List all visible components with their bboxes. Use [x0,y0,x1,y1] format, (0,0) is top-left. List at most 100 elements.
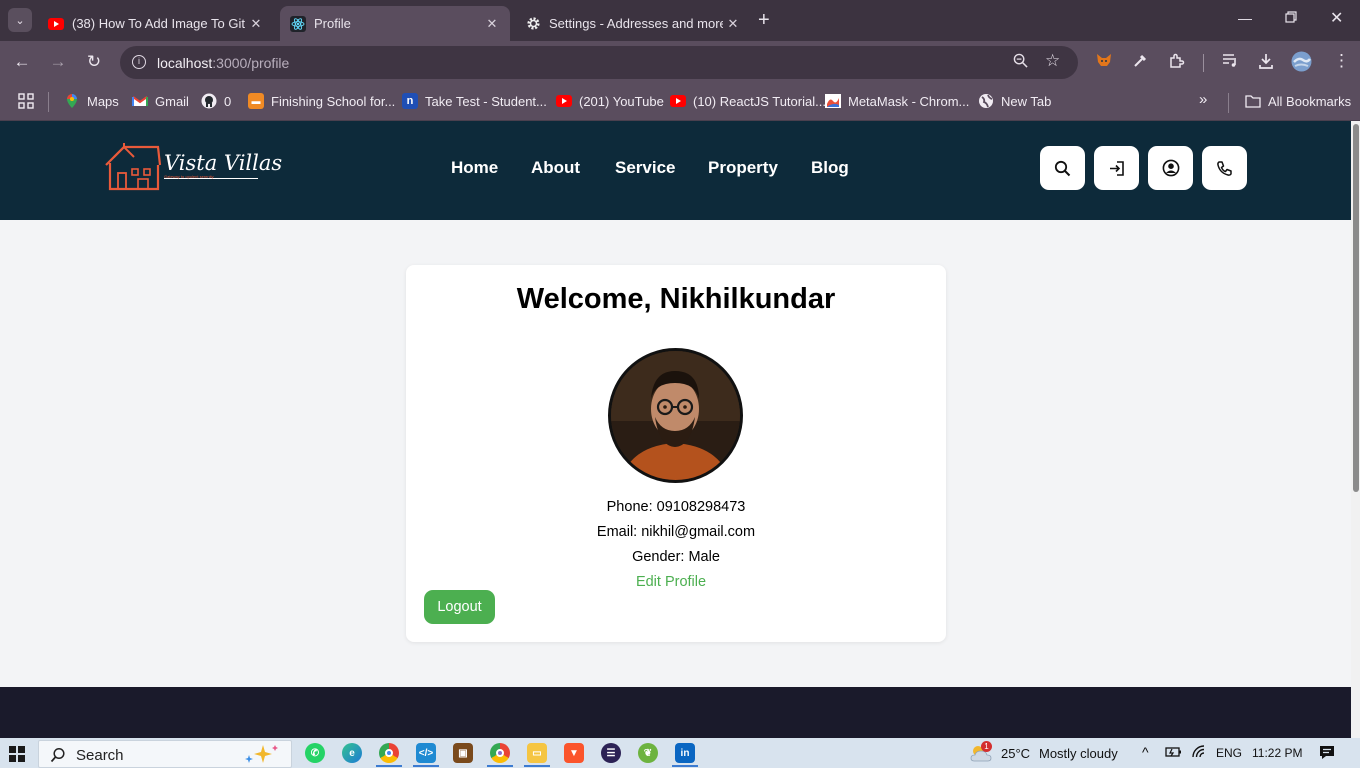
scrollbar-thumb[interactable] [1353,124,1359,492]
address-url[interactable]: localhost:3000/profile [157,55,289,71]
user-button[interactable] [1148,146,1193,190]
site-logo[interactable]: Vista Villas Gateway to opulent serenity [104,143,282,191]
phone-icon [1217,160,1232,176]
minimize-icon[interactable]: — [1238,10,1252,26]
tab-close-icon[interactable]: ✕ [482,16,502,32]
github-icon [201,93,217,109]
browser-menu-icon[interactable]: ⋮ [1333,51,1350,71]
weather-alert-badge: 1 [981,741,992,752]
wifi-icon[interactable] [1192,745,1208,762]
windows-taskbar: Search ✆ e </> ▣ ▭ ▼ ☰ ❦ in 1 25°C Mostl… [0,738,1360,768]
tab-settings[interactable]: Settings - Addresses and more ✕ [515,6,751,41]
phone-text: Phone: 09108298473 [606,499,746,515]
maps-icon [64,93,80,109]
taskbar-search[interactable]: Search [38,740,292,768]
react-icon [290,15,306,32]
user-icon [1162,159,1179,177]
bookmarks-apps-divider [48,92,49,112]
store-app-icon[interactable]: ▣ [453,743,473,763]
bookmark-gmail[interactable]: Gmail [132,93,189,109]
chrome-active-indicator [376,765,402,767]
metamask-icon [825,93,841,109]
house-logo-icon [105,143,162,191]
chrome-profile-icon[interactable] [490,743,510,763]
restore-icon[interactable] [1285,10,1297,26]
bookmark-star-icon[interactable]: ☆ [1045,51,1060,71]
back-arrow-icon[interactable]: ← [11,52,33,72]
site-footer [0,687,1351,738]
bookmark-new-tab[interactable]: New Tab [978,93,1051,109]
gender-text: Gender: Male [632,549,720,565]
chrome-icon[interactable] [379,743,399,763]
address-bar[interactable]: i localhost:3000/profile ☆ [120,46,1078,79]
login-button[interactable] [1094,146,1139,190]
forward-arrow-icon[interactable]: → [47,52,69,72]
brave-icon[interactable]: ▼ [564,743,584,763]
linkedin-icon[interactable]: in [675,743,695,763]
reload-icon[interactable]: ↻ [83,52,105,72]
eyedropper-extension-icon[interactable] [1132,53,1148,73]
windows-start-icon[interactable] [9,746,25,762]
battery-charging-icon[interactable] [1165,745,1183,762]
apps-grid-icon[interactable] [18,93,34,109]
edit-profile-link[interactable]: Edit Profile [406,574,936,590]
search-button[interactable] [1040,146,1085,190]
nav-blog[interactable]: Blog [811,158,849,178]
tab-title: Settings - Addresses and more [549,16,723,31]
nav-about[interactable]: About [531,158,580,178]
bookmark-label: (201) YouTube [579,93,664,109]
new-tab-plus-icon[interactable]: + [758,9,770,32]
bookmark-label: 0 [224,93,232,109]
tab-close-icon[interactable]: ✕ [246,16,266,32]
search-icon [50,747,65,763]
download-icon[interactable] [1258,53,1274,73]
bookmark-label: Finishing School for... [271,93,396,109]
youtube-icon [670,93,686,109]
vscode-active-indicator [413,765,439,767]
bookmark-youtube[interactable]: (201) YouTube [556,93,664,109]
spring-tools-icon[interactable]: ❦ [638,743,658,763]
media-controls-icon[interactable] [1222,53,1239,72]
browser-toolbar: ← → ↻ i localhost:3000/profile ☆ ⋮ [0,41,1360,85]
take-test-icon: n [402,93,418,109]
notification-center-icon[interactable] [1319,745,1335,763]
edge-icon[interactable]: e [342,743,362,763]
eclipse-icon[interactable]: ☰ [601,743,621,763]
nav-service[interactable]: Service [615,158,676,178]
logout-button[interactable]: Logout [424,590,495,624]
tab-search-chevron-icon[interactable]: ⌄ [8,8,32,32]
chrome-profile-active-indicator [487,765,513,767]
bookmark-metamask[interactable]: MetaMask - Chrom... [825,93,969,109]
vscode-icon[interactable]: </> [416,743,436,763]
bookmark-take-test[interactable]: n Take Test - Student... [402,93,547,109]
tab-close-icon[interactable]: ✕ [723,16,743,32]
gear-icon [525,16,541,32]
extensions-puzzle-icon[interactable] [1168,53,1185,74]
profile-avatar-icon[interactable] [1291,51,1312,76]
weather-widget[interactable]: 1 [968,741,994,765]
metamask-extension-icon[interactable] [1095,51,1113,73]
whatsapp-icon[interactable]: ✆ [305,743,325,763]
site-info-icon[interactable]: i [132,55,146,69]
bookmark-maps[interactable]: Maps [64,93,119,109]
logo-tagline: Gateway to opulent serenity [164,174,214,179]
tab-profile[interactable]: Profile ✕ [280,6,510,41]
bookmark-github[interactable]: 0 [201,93,231,109]
more-bookmarks-chevron-icon[interactable]: » [1199,91,1207,108]
language-indicator[interactable]: ENG [1216,746,1242,760]
bookmark-finishing-school[interactable]: ▬ Finishing School for... [248,93,395,109]
zoom-icon[interactable] [1013,53,1028,72]
nav-home[interactable]: Home [451,158,498,178]
profile-card: Welcome, Nikhilkundar Phone: 09108298473… [406,265,946,642]
window-close-icon[interactable]: ✕ [1330,8,1343,28]
search-icon [1054,160,1071,176]
tab-youtube[interactable]: (38) How To Add Image To GitH ✕ [38,6,274,41]
file-explorer-icon[interactable]: ▭ [527,743,547,763]
bookmarks-divider [1228,93,1229,113]
all-bookmarks[interactable]: All Bookmarks [1245,93,1351,109]
nav-property[interactable]: Property [708,158,778,178]
clock-time[interactable]: 11:22 PM [1252,746,1302,760]
bookmark-reactjs-tutorial[interactable]: (10) ReactJS Tutorial... [670,93,826,109]
show-hidden-icons-chevron-icon[interactable]: ^ [1142,744,1149,760]
phone-button[interactable] [1202,146,1247,190]
